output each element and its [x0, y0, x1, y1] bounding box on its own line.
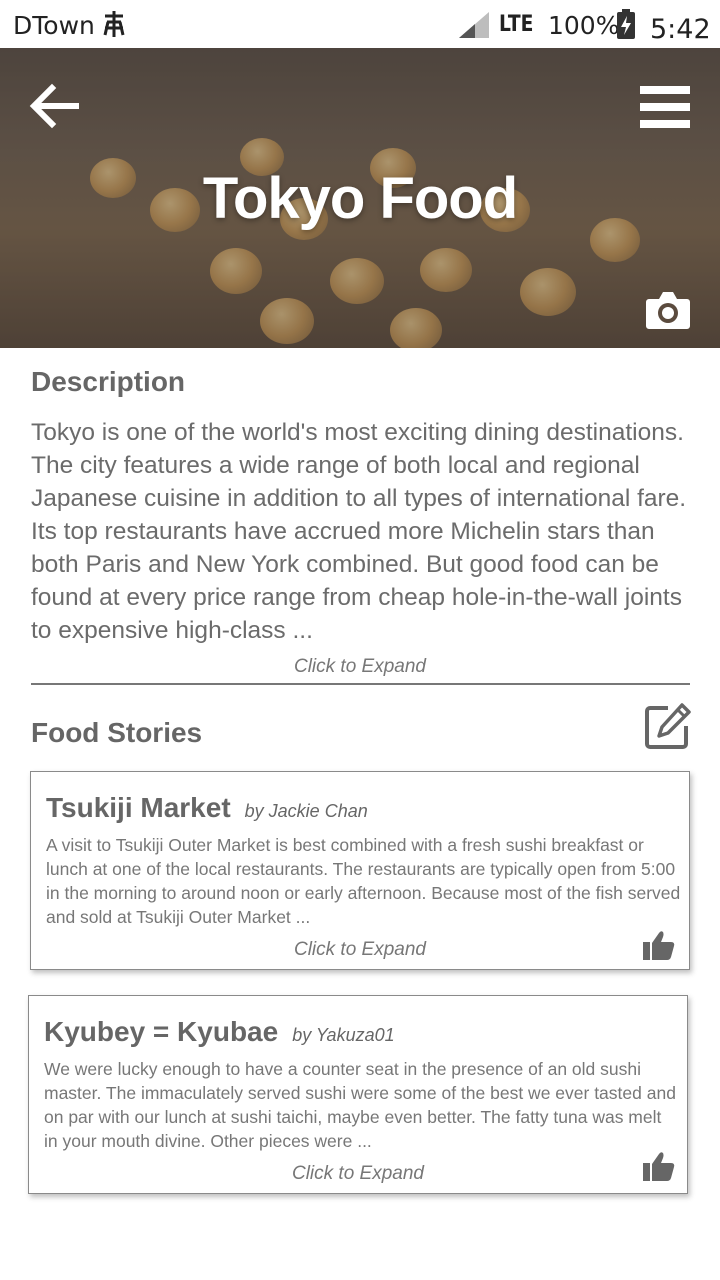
story-expand-link[interactable]: Click to Expand: [29, 1163, 687, 1185]
story-title-row: Kyubey = Kyubae by Yakuza01: [44, 1016, 395, 1048]
page-title: Tokyo Food: [202, 166, 518, 231]
story-title: Tsukiji Market: [46, 792, 231, 823]
story-text: We were lucky enough to have a counter s…: [44, 1059, 676, 1151]
story-title: Kyubey = Kyubae: [44, 1016, 279, 1047]
story-card[interactable]: Kyubey = Kyubae by Yakuza01 We were lucky…: [28, 995, 688, 1194]
story-expand-link[interactable]: Click to Expand: [31, 939, 689, 961]
hamburger-menu-icon[interactable]: [640, 86, 690, 128]
edit-icon[interactable]: [644, 702, 692, 750]
thumbs-up-icon[interactable]: [643, 1151, 675, 1181]
arrow-left-icon[interactable]: [28, 80, 80, 132]
signal-strength-icon: [459, 12, 489, 38]
description-text: Tokyo is one of the world's most excitin…: [31, 419, 687, 644]
description-expand-link[interactable]: Click to Expand: [0, 656, 720, 678]
network-type: LTE: [499, 12, 534, 37]
camera-icon[interactable]: [645, 290, 691, 330]
clock: 5:42: [650, 14, 711, 45]
carrier-name: DTown: [13, 11, 95, 40]
story-card[interactable]: Tsukiji Market by Jackie Chan A visit to …: [30, 771, 690, 970]
thumbs-up-icon[interactable]: [643, 930, 675, 960]
battery-percent: 100%: [548, 11, 620, 40]
status-bar: DTown LTE 100% 5:42: [0, 0, 720, 48]
story-author: by Yakuza01: [292, 1025, 395, 1045]
food-stories-heading: Food Stories: [31, 717, 203, 748]
section-divider: [31, 683, 690, 685]
battery-charging-icon: [617, 9, 635, 39]
description-heading: Description: [31, 366, 186, 397]
carrier-logo-icon: [103, 11, 125, 37]
hero-banner: Tokyo Food: [0, 48, 720, 348]
story-author: by Jackie Chan: [244, 801, 368, 821]
story-text: A visit to Tsukiji Outer Market is best …: [46, 835, 681, 927]
story-title-row: Tsukiji Market by Jackie Chan: [46, 792, 368, 824]
